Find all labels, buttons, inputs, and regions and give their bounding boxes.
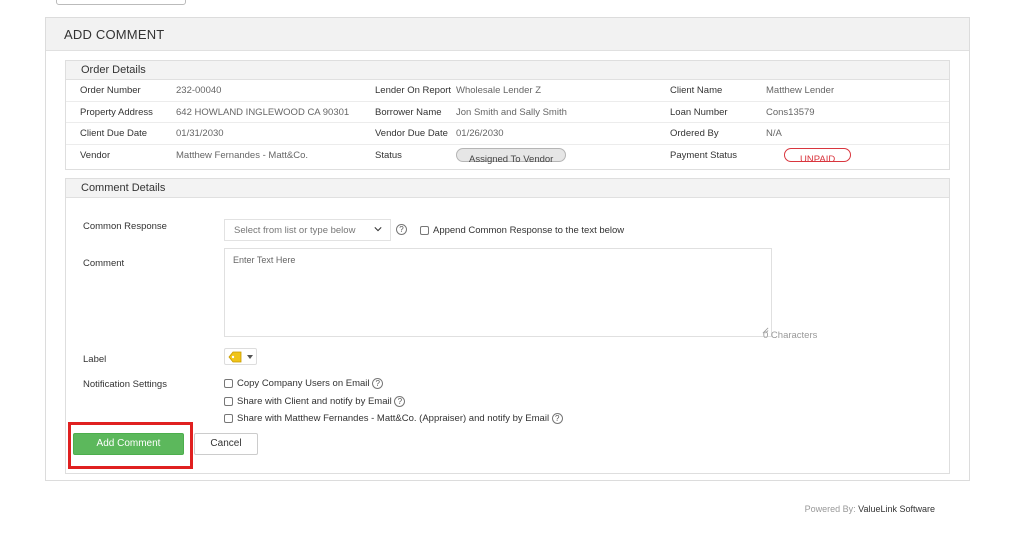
top-button-stub[interactable] [56, 0, 186, 5]
footer-prefix: Powered By: [804, 504, 859, 514]
vendor-due-date-value: 01/26/2030 [456, 128, 504, 139]
comment-details-title: Comment Details [66, 179, 949, 198]
status-cell: Assigned To Vendor [456, 145, 567, 170]
notify-option-appraiser[interactable]: Share with Matthew Fernandes - Matt&Co. … [224, 413, 563, 424]
append-checkbox[interactable] [420, 225, 429, 235]
order-details-section: Order Details Order Number 232-00040 Len… [65, 60, 950, 170]
ordered-by-value: N/A [766, 128, 782, 139]
order-details-title: Order Details [66, 61, 949, 80]
comment-textarea[interactable]: Enter Text Here [224, 248, 772, 337]
label-picker[interactable] [224, 348, 257, 365]
panel-title: ADD COMMENT [46, 18, 969, 51]
payment-status-label: Payment Status [670, 149, 738, 161]
ordered-by-label: Ordered By [670, 128, 719, 139]
notify-option-client[interactable]: Share with Client and notify by Email ? [224, 396, 406, 408]
payment-status-badge: UNPAID [784, 147, 852, 165]
common-response-label: Common Response [83, 221, 167, 232]
lender-on-report-label: Lender On Report [375, 85, 452, 96]
comment-details-section: Comment Details Common Response Select f… [65, 178, 950, 474]
borrower-name-label: Borrower Name [375, 106, 442, 118]
help-icon[interactable]: ? [551, 413, 563, 424]
character-count: 0 Characters [763, 330, 818, 341]
payment-status-cell: UNPAID [784, 145, 852, 170]
notify-option-label: Share with Matthew Fernandes - Matt&Co. … [237, 413, 550, 425]
order-number-label: Order Number [80, 85, 141, 96]
common-response-placeholder: Select from list or type below [234, 225, 356, 236]
notify-option-company-users[interactable]: Copy Company Users on Email ? [224, 378, 384, 390]
order-details-row: Order Number 232-00040 Lender On Report … [66, 80, 949, 102]
add-comment-panel: ADD COMMENT Order Details Order Number 2… [45, 17, 970, 481]
share-with-client-checkbox[interactable] [224, 397, 233, 406]
comment-label: Comment [83, 258, 125, 269]
notify-option-label: Copy Company Users on Email [237, 378, 370, 390]
loan-number-value: Cons13579 [766, 106, 815, 118]
property-address-value: 642 HOWLAND INGLEWOOD CA 90301 [176, 106, 350, 118]
order-number-value: 232-00040 [176, 85, 222, 96]
tag-icon [228, 351, 242, 363]
client-due-date-value: 01/31/2030 [176, 128, 224, 139]
common-response-select[interactable]: Select from list or type below [224, 219, 391, 241]
help-icon[interactable]: ? [394, 396, 406, 407]
lender-on-report-value: Wholesale Lender Z [456, 85, 542, 96]
client-name-value: Matthew Lender [766, 85, 835, 96]
append-label: Append Common Response to the text below [433, 225, 625, 236]
status-badge: Assigned To Vendor [456, 147, 567, 165]
borrower-name-value: Jon Smith and Sally Smith [456, 106, 567, 118]
label-label: Label [83, 354, 107, 365]
notification-settings-label: Notification Settings [83, 379, 167, 390]
vendor-due-date-label: Vendor Due Date [375, 128, 448, 139]
chevron-down-icon [374, 227, 382, 232]
vendor-value: Matthew Fernandes - Matt&Co. [176, 149, 308, 161]
help-icon[interactable]: ? [372, 378, 384, 389]
cancel-button[interactable]: Cancel [194, 433, 258, 455]
comment-placeholder: Enter Text Here [233, 255, 296, 265]
client-name-label: Client Name [670, 85, 723, 96]
property-address-label: Property Address [80, 106, 153, 118]
order-details-row: Client Due Date 01/31/2030 Vendor Due Da… [66, 123, 949, 145]
highlight-box [68, 422, 193, 469]
caret-down-icon [247, 355, 253, 359]
status-label: Status [375, 149, 402, 161]
order-details-row: Vendor Matthew Fernandes - Matt&Co. Stat… [66, 145, 949, 167]
vendor-label: Vendor [80, 149, 111, 161]
copy-company-users-checkbox[interactable] [224, 379, 233, 388]
order-details-row: Property Address 642 HOWLAND INGLEWOOD C… [66, 102, 949, 123]
append-common-response-option[interactable]: Append Common Response to the text below [420, 225, 624, 236]
share-with-appraiser-checkbox[interactable] [224, 414, 233, 423]
notify-option-label: Share with Client and notify by Email [237, 396, 392, 408]
footer-powered-by: Powered By: ValueLink Software [805, 504, 935, 514]
footer-brand: ValueLink Software [858, 504, 935, 514]
client-due-date-label: Client Due Date [80, 128, 148, 139]
loan-number-label: Loan Number [670, 106, 728, 118]
help-icon[interactable]: ? [396, 224, 407, 235]
